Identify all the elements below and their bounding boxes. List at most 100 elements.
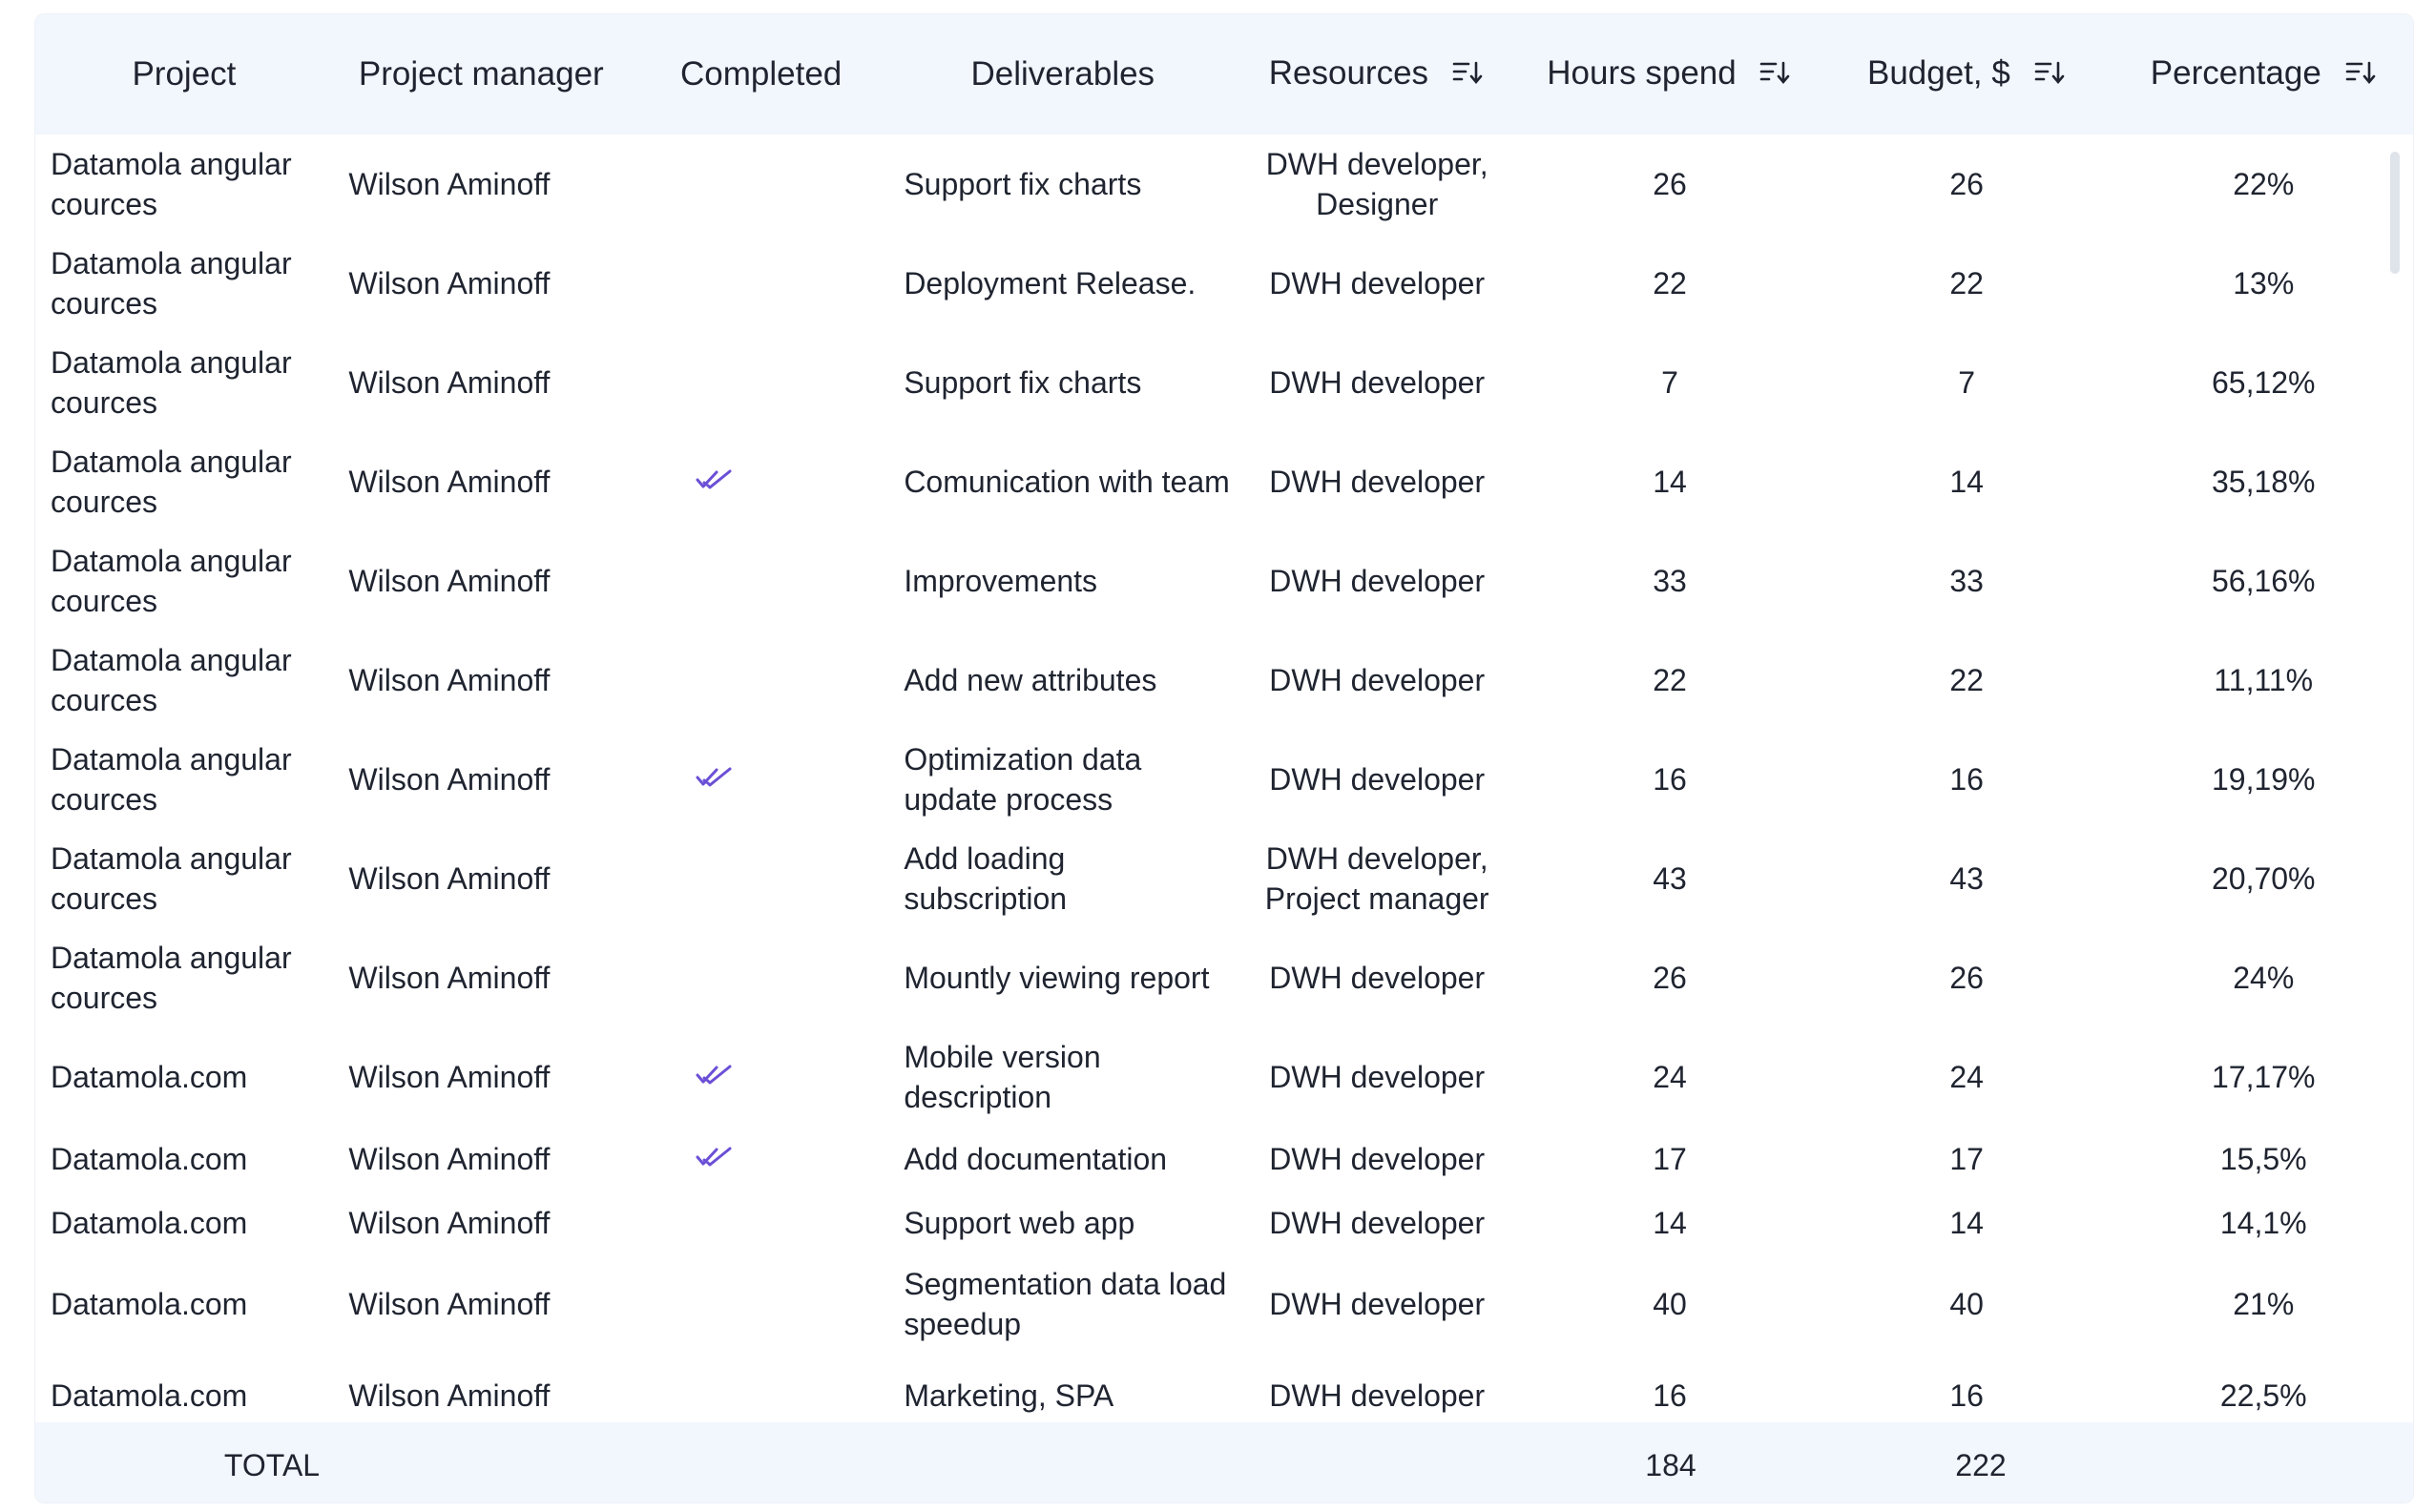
table-row[interactable]: Datamola.com Wilson Aminoff Marketing, SPA… — [35, 1354, 2413, 1422]
table-row[interactable]: Datamola.com Wilson Aminoff Add documentat… — [35, 1127, 2413, 1191]
cell-hours: 22 — [1653, 663, 1687, 697]
column-header-percentage[interactable]: Percentage — [2113, 54, 2413, 94]
cell-budget: 24 — [1949, 1060, 1984, 1094]
cell-deliverable: Mobile version description — [904, 1040, 1101, 1114]
cell-budget: 16 — [1949, 762, 1984, 797]
cell-deliverable: Mountly viewing report — [904, 961, 1210, 995]
cell-budget: 43 — [1949, 861, 1984, 896]
table-row[interactable]: Datamola angular cources Wilson Aminoff Su… — [35, 333, 2413, 432]
column-header-resources[interactable]: Resources — [1233, 54, 1519, 94]
cell-project: Datamola angular cources — [51, 345, 292, 420]
cell-percentage: 17,17% — [2211, 1060, 2316, 1094]
column-header-project[interactable]: Project — [35, 55, 333, 93]
cell-percentage: 24% — [2233, 961, 2295, 995]
total-hours: 184 — [1645, 1447, 1696, 1482]
cell-project-manager: Wilson Aminoff — [348, 961, 551, 995]
cell-completed — [631, 1057, 893, 1097]
cell-resources: DWH developer — [1269, 365, 1486, 400]
cell-project-manager: Wilson Aminoff — [348, 1060, 551, 1094]
sort-icon[interactable] — [1759, 56, 1791, 94]
cell-hours: 26 — [1653, 961, 1687, 995]
cell-percentage: 21% — [2233, 1287, 2295, 1321]
cell-project: Datamola angular cources — [51, 742, 292, 817]
column-header-budget-label: Budget, $ — [1866, 54, 2010, 93]
sort-icon[interactable] — [2033, 56, 2066, 94]
cell-hours: 40 — [1653, 1287, 1687, 1321]
cell-project-manager: Wilson Aminoff — [348, 663, 551, 697]
cell-percentage: 65,12% — [2211, 365, 2316, 400]
double-check-icon — [696, 1057, 734, 1085]
table-row[interactable]: Datamola.com Wilson Aminoff Support web ap… — [35, 1191, 2413, 1254]
cell-hours: 14 — [1653, 1205, 1687, 1240]
table-row[interactable]: Datamola angular cources Wilson Aminoff Ad… — [35, 631, 2413, 730]
cell-project: Datamola.com — [51, 1060, 248, 1094]
cell-project-manager: Wilson Aminoff — [348, 266, 551, 300]
cell-hours: 17 — [1653, 1141, 1687, 1176]
cell-resources: DWH developer — [1269, 663, 1486, 697]
table-row[interactable]: Datamola.com Wilson Aminoff Segmentation d… — [35, 1254, 2413, 1354]
cell-budget: 14 — [1949, 465, 1984, 499]
column-header-project-manager[interactable]: Project manager — [333, 55, 630, 93]
cell-completed — [631, 759, 893, 799]
cell-percentage: 11,11% — [2214, 663, 2314, 697]
cell-project-manager: Wilson Aminoff — [348, 1141, 551, 1176]
table-row[interactable]: Datamola angular cources Wilson Aminoff De… — [35, 234, 2413, 333]
column-header-budget[interactable]: Budget, $ — [1819, 54, 2113, 94]
sort-icon[interactable] — [2344, 56, 2377, 94]
cell-project-manager: Wilson Aminoff — [348, 167, 551, 201]
cell-deliverable: Add documentation — [904, 1141, 1168, 1176]
table-row[interactable]: Datamola.com Wilson Aminoff Mobile version… — [35, 1027, 2413, 1127]
table-body[interactable]: Datamola angular cources Wilson Aminoff Su… — [35, 135, 2413, 1422]
cell-resources: DWH developer — [1269, 1378, 1486, 1413]
total-row: TOTAL 184 222 — [35, 1422, 2413, 1502]
cell-deliverable: Support web app — [904, 1205, 1135, 1240]
cell-budget: 26 — [1949, 167, 1984, 201]
cell-resources: DWH developer — [1269, 564, 1486, 598]
cell-project-manager: Wilson Aminoff — [348, 564, 551, 598]
cell-budget: 16 — [1949, 1378, 1984, 1413]
cell-deliverable: Marketing, SPA — [904, 1378, 1114, 1413]
cell-hours: 43 — [1653, 861, 1687, 896]
cell-project: Datamola angular cources — [51, 643, 292, 717]
cell-budget: 26 — [1949, 961, 1984, 995]
cell-deliverable: Improvements — [904, 564, 1098, 598]
cell-resources: DWH developer — [1269, 465, 1486, 499]
column-header-completed[interactable]: Completed — [630, 55, 893, 93]
cell-deliverable: Comunication with team — [904, 465, 1230, 499]
cell-hours: 22 — [1653, 266, 1687, 300]
cell-percentage: 56,16% — [2211, 564, 2316, 598]
table-row[interactable]: Datamola angular cources Wilson Aminoff Op… — [35, 730, 2413, 829]
cell-deliverable: Support fix charts — [904, 365, 1142, 400]
sort-icon[interactable] — [1451, 56, 1484, 94]
cell-resources: DWH developer — [1269, 1205, 1486, 1240]
cell-budget: 7 — [1958, 365, 1976, 400]
cell-budget: 22 — [1949, 266, 1984, 300]
projects-table: Project Project manager Completed Delive… — [34, 13, 2414, 1503]
cell-resources: DWH developer — [1269, 266, 1486, 300]
column-header-hours[interactable]: Hours spend — [1520, 54, 1820, 94]
table-row[interactable]: Datamola angular cources Wilson Aminoff Mo… — [35, 928, 2413, 1027]
cell-percentage: 20,70% — [2211, 861, 2316, 896]
cell-hours: 33 — [1653, 564, 1687, 598]
cell-hours: 26 — [1653, 167, 1687, 201]
cell-project: Datamola angular cources — [51, 147, 292, 221]
double-check-icon — [696, 1139, 734, 1166]
cell-project: Datamola.com — [51, 1287, 248, 1321]
table-row[interactable]: Datamola angular cources Wilson Aminoff Su… — [35, 135, 2413, 234]
cell-hours: 7 — [1661, 365, 1678, 400]
cell-budget: 40 — [1949, 1287, 1984, 1321]
table-row[interactable]: Datamola angular cources Wilson Aminoff Im… — [35, 531, 2413, 631]
cell-project: Datamola.com — [51, 1378, 248, 1413]
cell-deliverable: Support fix charts — [904, 167, 1142, 201]
table-row[interactable]: Datamola angular cources Wilson Aminoff Co… — [35, 432, 2413, 531]
cell-project: Datamola angular cources — [51, 941, 292, 1015]
cell-percentage: 22,5% — [2219, 1378, 2307, 1413]
cell-percentage: 19,19% — [2211, 762, 2316, 797]
column-header-deliverables[interactable]: Deliverables — [893, 55, 1234, 93]
scrollbar[interactable] — [2390, 152, 2400, 274]
cell-project-manager: Wilson Aminoff — [348, 465, 551, 499]
cell-project: Datamola angular cources — [51, 544, 292, 618]
total-budget: 222 — [1955, 1447, 2007, 1482]
table-row[interactable]: Datamola angular cources Wilson Aminoff Ad… — [35, 829, 2413, 928]
cell-deliverable: Segmentation data load speedup — [904, 1267, 1227, 1341]
